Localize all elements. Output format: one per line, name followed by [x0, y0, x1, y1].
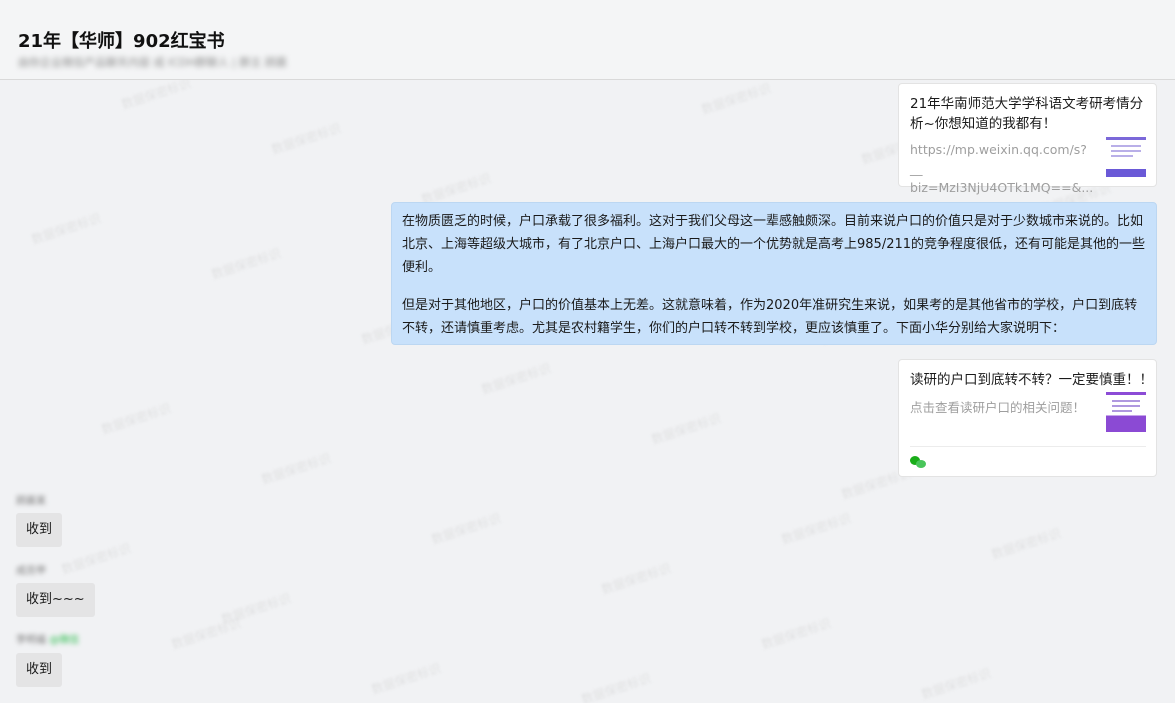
watermark-text: 数据保密标识: [169, 616, 243, 652]
chat-header: 21年【华师】902红宝书 由你企业微信产品聊天内容 成 ICDH群聊人 | 群…: [0, 0, 1175, 80]
link-card-thumbnail: [1106, 392, 1146, 432]
outgoing-message-bubble[interactable]: 在物质匮乏的时候，户口承载了很多福利。这对于我们父母这一辈感触颇深。目前来说户口…: [391, 202, 1157, 345]
message-list[interactable]: 数据保密标识 数据保密标识 数据保密标识 数据保密标识 数据保密标识 数据保密标识 数据保密…: [0, 80, 1175, 703]
link-card-hukou[interactable]: 读研的户口到底转不转？一定要慎重！！ 点击查看读研户口的相关问题！: [898, 359, 1157, 477]
wechat-icon: [910, 456, 927, 469]
watermark-text: 数据保密标识: [919, 666, 993, 702]
watermark-text: 数据保密标识: [99, 401, 173, 437]
watermark-text: 数据保密标识: [759, 616, 833, 652]
link-card-title: 21年华南师范大学学科语文考研考情分析~你想知道的我都有！: [910, 96, 1144, 132]
link-card-thumbnail: [1106, 137, 1146, 177]
watermark-text: 数据保密标识: [429, 511, 503, 547]
card-divider: [910, 446, 1146, 447]
watermark-text: 数据保密标识: [579, 671, 653, 703]
message-paragraph: 但是对于其他地区，户口的价值基本上无差。这就意味着，作为2020年准研究生来说，…: [402, 298, 1138, 336]
sender-name: 成员甲: [16, 566, 46, 577]
sender-name-text: 李明福: [16, 635, 46, 646]
sender-name: 顾晨某: [16, 496, 46, 507]
incoming-message-bubble[interactable]: 收到: [16, 653, 63, 687]
link-card-title: 读研的户口到底转不转？一定要慎重！！: [910, 372, 1153, 388]
watermark-text: 数据保密标识: [59, 541, 133, 577]
link-card-url: https://mp.weixin.qq.com/s?__ biz=MzI3Nj…: [910, 142, 1094, 195]
watermark-text: 数据保密标识: [259, 451, 333, 487]
sender-name: 李明福 @微信: [16, 631, 79, 646]
link-card-description: 点击查看读研户口的相关问题！: [910, 400, 1086, 415]
watermark-text: 数据保密标识: [479, 361, 553, 397]
watermark-text: 数据保密标识: [369, 661, 443, 697]
watermark-text: 数据保密标识: [599, 561, 673, 597]
incoming-message-bubble[interactable]: 收到: [16, 513, 63, 547]
chat-subtitle: 由你企业微信产品聊天内容 成 ICDH群聊人 | 群主 顾晨: [18, 56, 287, 69]
watermark-text: 数据保密标识: [119, 80, 193, 112]
watermark-text: 数据保密标识: [649, 411, 723, 447]
sender-badge: @微信: [49, 635, 80, 646]
watermark-text: 数据保密标识: [269, 121, 343, 157]
watermark-text: 数据保密标识: [779, 511, 853, 547]
watermark-text: 数据保密标识: [699, 81, 773, 117]
watermark-text: 数据保密标识: [29, 211, 103, 247]
watermark-text: 数据保密标识: [209, 246, 283, 282]
chat-title: 21年【华师】902红宝书: [18, 31, 225, 52]
link-card-exam-analysis[interactable]: 21年华南师范大学学科语文考研考情分析~你想知道的我都有！ https://mp…: [898, 83, 1157, 195]
message-paragraph: 在物质匮乏的时候，户口承载了很多福利。这对于我们父母这一辈感触颇深。目前来说户口…: [402, 214, 1146, 275]
incoming-message-bubble[interactable]: 收到~~~: [16, 583, 95, 617]
watermark-text: 数据保密标识: [989, 526, 1063, 562]
